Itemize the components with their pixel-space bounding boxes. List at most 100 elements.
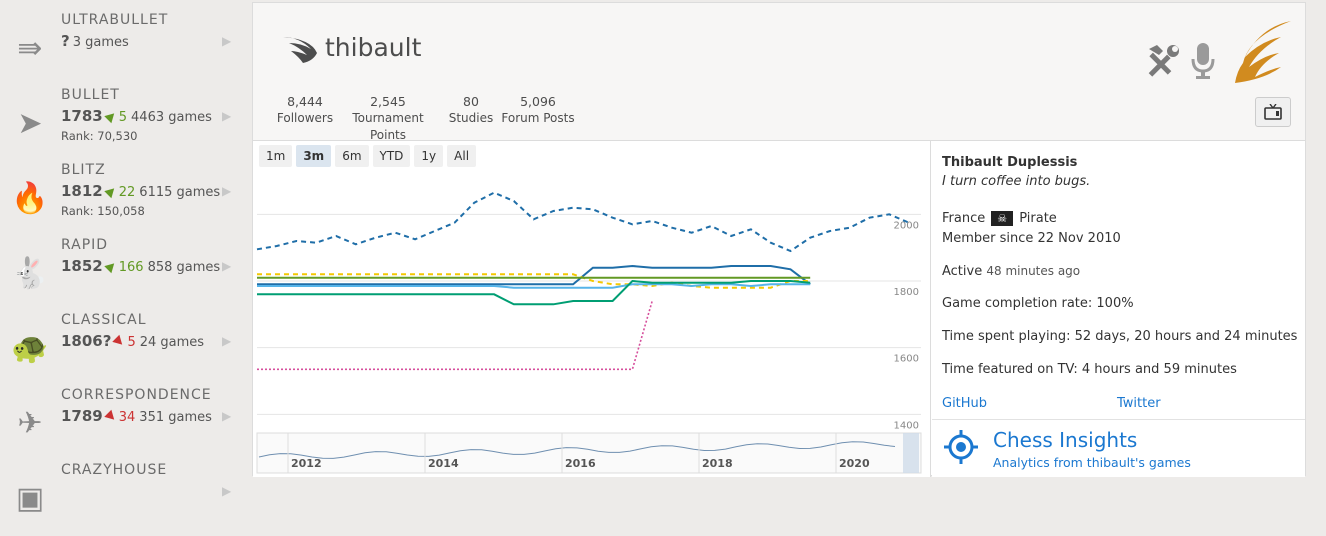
profile-info: Thibault Duplessis I turn coffee into bu…: [932, 141, 1305, 477]
perf-rating-row: 1789 34 351 games: [61, 407, 212, 425]
perf-rating: 1789: [61, 407, 103, 425]
real-name: Thibault Duplessis: [942, 155, 1078, 170]
stat-forum-posts[interactable]: 5,096 Forum Posts: [499, 93, 577, 127]
perf-name: ULTRABULLET: [61, 12, 169, 28]
perf-name: RAPID: [61, 237, 109, 253]
trend-down-icon: [112, 334, 127, 349]
y-tick-label: 1400: [894, 420, 919, 431]
perf-rank: Rank: 150,058: [61, 204, 145, 218]
country: France ☠ Pirate: [942, 211, 1057, 226]
rapid-rabbit-icon: 🐇: [11, 255, 49, 291]
pirate-flag-icon: ☠: [991, 211, 1014, 226]
time-playing: Time spent playing: 52 days, 20 hours an…: [942, 329, 1298, 344]
perf-change: 34: [118, 410, 136, 425]
patron-wings-icon: [283, 37, 317, 63]
rating-series-line: [256, 191, 910, 253]
perf-name: BLITZ: [61, 162, 106, 178]
perf-blitz[interactable]: 🔥 BLITZ 1812 22 6115 games Rank: 150,058 ▶: [0, 162, 244, 236]
ultrabullet-icon: ⇛: [17, 30, 43, 66]
rating-history-chart: 2000 1800 1600 1400 2012 2014 2016 2018 2020 1m 3…: [253, 141, 931, 477]
github-link[interactable]: GitHub: [942, 396, 987, 411]
insights-target-icon: [944, 430, 978, 464]
range-button-all[interactable]: All: [447, 145, 477, 167]
perf-bullet[interactable]: ➤ BULLET 1783 5 4463 games Rank: 70,530 ▶: [0, 87, 244, 161]
chevron-right-icon: ▶: [222, 184, 232, 198]
country-name: France: [942, 211, 986, 226]
perf-games: 3 games: [72, 35, 129, 50]
navigator-year-label: 2012: [291, 457, 322, 470]
perf-name: BULLET: [61, 87, 120, 103]
perf-ultrabullet[interactable]: ⇛ ULTRABULLET? 3 games ▶: [0, 12, 244, 86]
chevron-right-icon: ▶: [222, 334, 232, 348]
username: thibault: [325, 33, 422, 62]
social-links: GitHub Twitter: [942, 396, 1282, 411]
range-button-1m[interactable]: 1m: [259, 145, 293, 167]
trend-up-icon: [104, 109, 118, 124]
microphone-icon: [1191, 43, 1215, 79]
completion-rate: Game completion rate: 100%: [942, 296, 1134, 311]
perf-games: 4463 games: [131, 110, 212, 125]
navigator-year-label: 2020: [839, 457, 870, 470]
bullet-icon: ➤: [17, 105, 43, 141]
perf-classical[interactable]: 🐢 CLASSICAL 1806? 5 24 games ▶: [0, 312, 244, 386]
perf-games: 351 games: [139, 410, 212, 425]
last-active: Active 48 minutes ago: [942, 264, 1081, 279]
rating-sidebar: ⇛ ULTRABULLET? 3 games ▶ ➤ BULLET 1783 5 4463 ga…: [0, 0, 244, 516]
range-button-3m[interactable]: 3m: [296, 145, 332, 167]
trend-up-icon: [104, 259, 118, 274]
perf-rapid[interactable]: 🐇 RAPID 1852 166 858 games ▶: [0, 237, 244, 311]
stat-tournament-points[interactable]: 2,545 Tournament Points: [335, 93, 441, 144]
perf-rating: 1852: [61, 257, 103, 275]
perf-correspondence[interactable]: ✈ CORRESPONDENCE 1789 34 351 games ▶: [0, 387, 244, 461]
watch-tv-button[interactable]: [1255, 97, 1291, 127]
perf-games: 858 games: [147, 260, 221, 275]
profile-panel: thibault 8,444 Followers 2,545 Tournamen…: [252, 2, 1306, 477]
perf-crazyhouse[interactable]: ▣ CRAZYHOUSE ▶: [0, 462, 244, 536]
navigator-year-label: 2016: [565, 457, 596, 470]
perf-change: 166: [118, 260, 144, 275]
range-button-ytd[interactable]: YTD: [372, 145, 411, 167]
range-button-6m[interactable]: 6m: [335, 145, 369, 167]
chevron-right-icon: ▶: [222, 259, 232, 273]
time-on-tv: Time featured on TV: 4 hours and 59 minu…: [942, 362, 1237, 377]
y-tick-label: 1800: [894, 287, 919, 298]
insights-subtitle: Analytics from thibault's games: [993, 455, 1191, 470]
crazyhouse-icon: ▣: [15, 480, 45, 516]
perf-rating: 1812: [61, 182, 103, 200]
chess-insights-banner[interactable]: Chess Insights Analytics from thibault's…: [932, 419, 1305, 477]
stat-followers[interactable]: 8,444 Followers: [273, 93, 337, 127]
insights-title: Chess Insights: [993, 428, 1138, 452]
perf-games: 24 games: [139, 335, 205, 350]
classical-turtle-icon: 🐢: [11, 330, 49, 366]
correspondence-plane-icon: ✈: [17, 405, 43, 441]
profile-header: thibault 8,444 Followers 2,545 Tournamen…: [253, 3, 1305, 144]
trend-down-icon: [104, 409, 118, 424]
navigator-handle[interactable]: [903, 433, 919, 473]
navigator-year-label: 2014: [428, 457, 459, 470]
perf-change: 5: [127, 335, 136, 350]
perf-change: 5: [118, 110, 128, 125]
flag-label: Pirate: [1019, 211, 1057, 226]
chevron-right-icon: ▶: [222, 409, 232, 423]
perf-rating-row: 1852 166 858 games: [61, 257, 220, 275]
tv-icon: [1264, 104, 1282, 120]
perf-rating: ?: [61, 32, 70, 50]
rating-history-svg: 20001800160014002012 2014 2016 2018 2020: [256, 191, 922, 474]
bio: I turn coffee into bugs.: [942, 174, 1091, 189]
range-button-1y[interactable]: 1y: [414, 145, 444, 167]
chevron-right-icon: ▶: [222, 484, 232, 498]
stat-studies[interactable]: 80 Studies: [447, 93, 495, 127]
y-tick-label: 1600: [894, 354, 919, 365]
perf-name: CLASSICAL: [61, 312, 147, 328]
member-since: Member since 22 Nov 2010: [942, 231, 1121, 246]
twitter-link[interactable]: Twitter: [1117, 396, 1161, 411]
perf-rating-row: 1783 5 4463 games: [61, 107, 212, 125]
navigator-year-label: 2018: [702, 457, 733, 470]
perf-rating: 1783: [61, 107, 103, 125]
developer-tools-icon: [1148, 45, 1179, 77]
perf-name: CORRESPONDENCE: [61, 387, 212, 403]
trend-up-icon: [104, 184, 118, 199]
chevron-right-icon: ▶: [222, 109, 232, 123]
perf-rating-row: ? 3 games: [61, 32, 129, 50]
perf-change: 22: [118, 185, 136, 200]
